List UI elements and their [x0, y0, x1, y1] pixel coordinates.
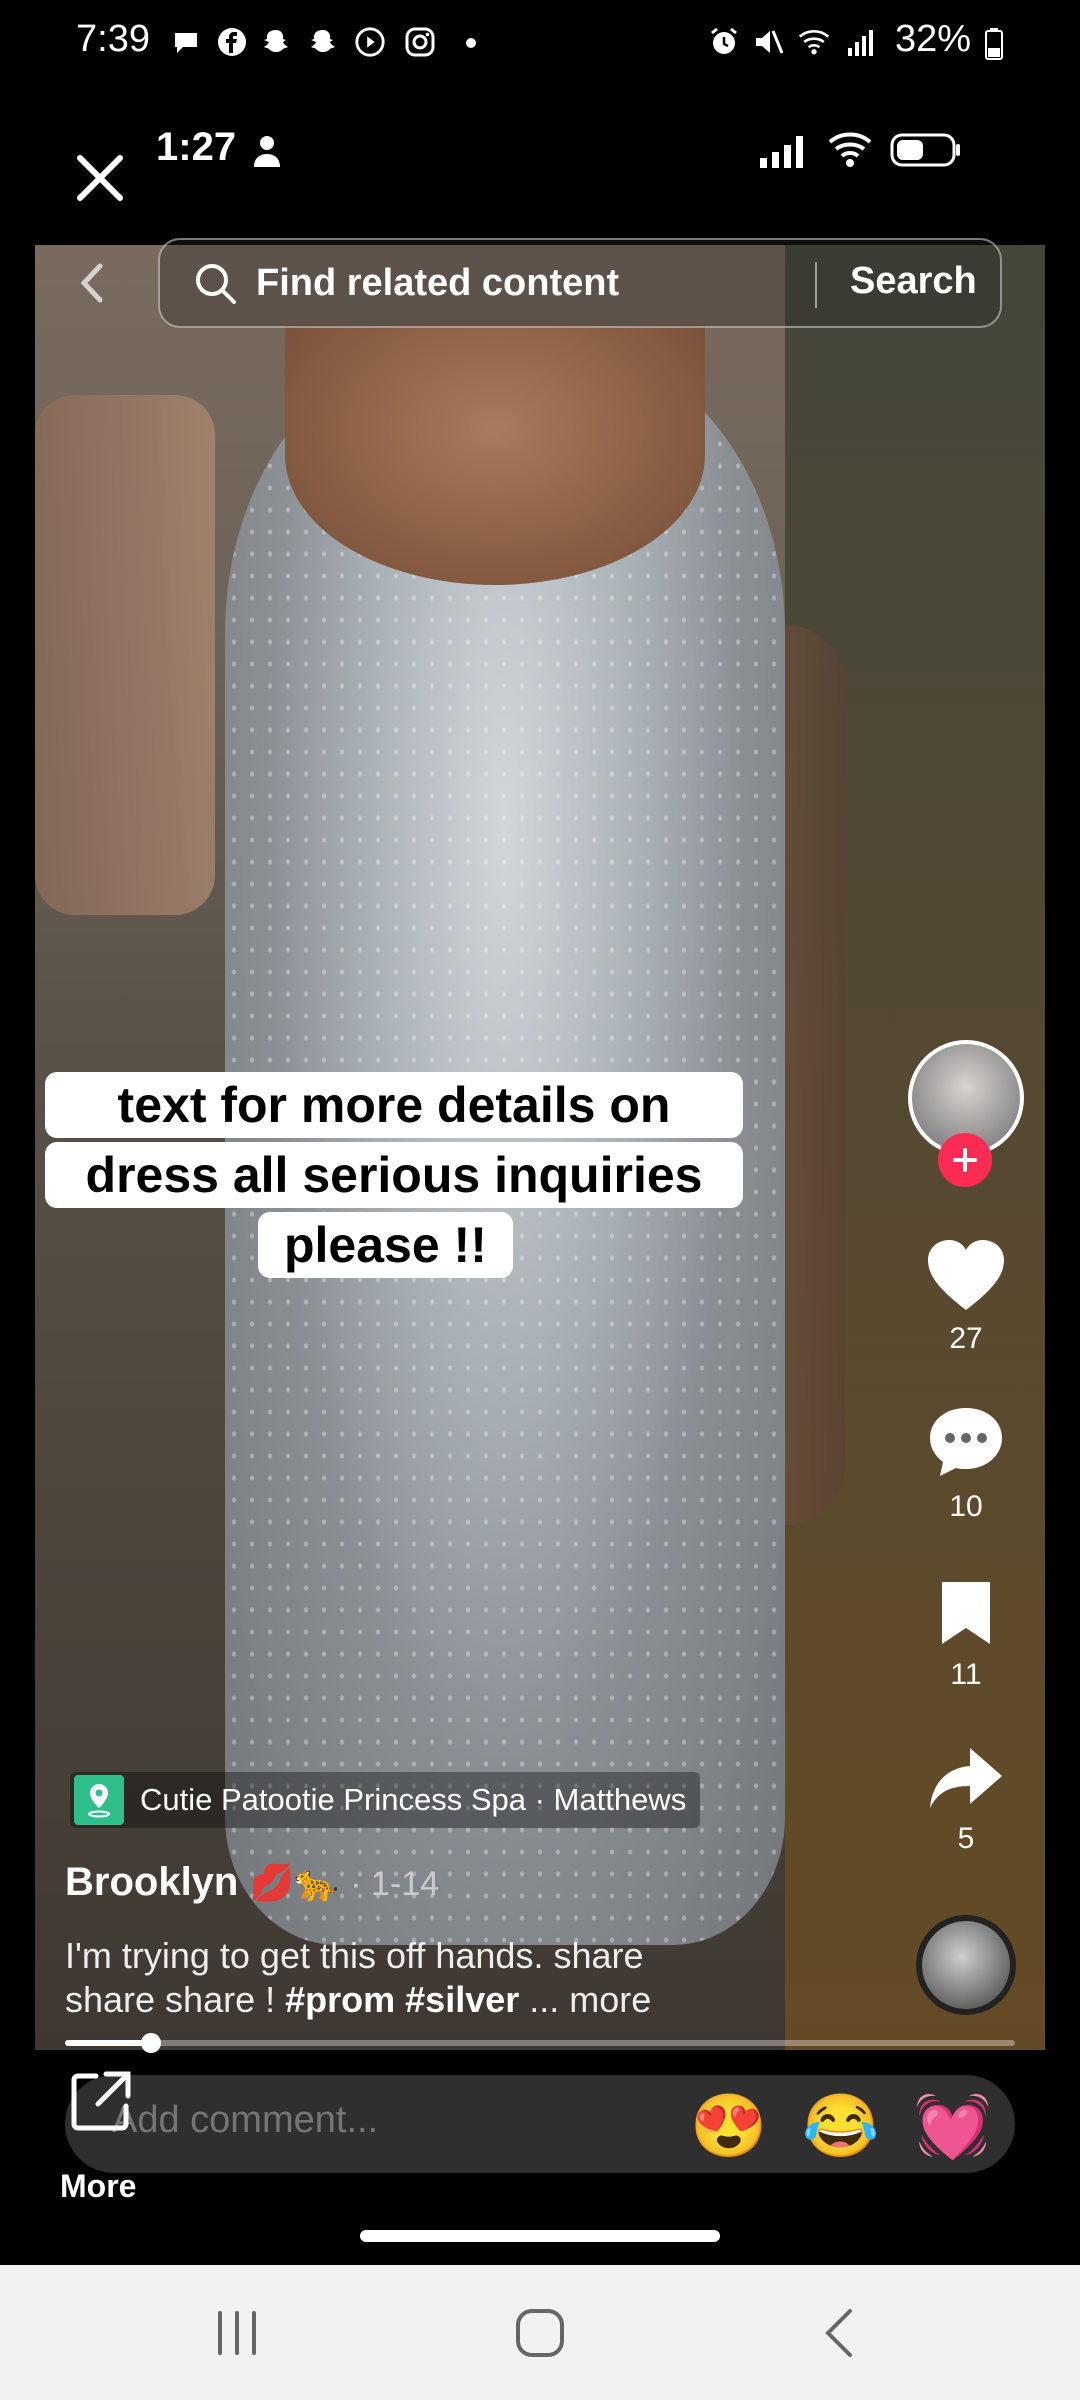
username-emojis: 💋🐆 [249, 1862, 340, 1903]
recent-apps-icon[interactable] [212, 2307, 262, 2359]
caption-line-3: please !! [258, 1212, 513, 1278]
close-icon[interactable] [70, 148, 130, 208]
search-button[interactable]: Search [850, 260, 977, 303]
search-bar[interactable]: Find related content Search [158, 238, 1002, 328]
recorded-signal-icon [758, 130, 812, 170]
search-icon [192, 260, 240, 308]
system-status-bar: 7:39 32% [0, 0, 1080, 90]
share-arrow-icon[interactable] [926, 1744, 1006, 1814]
battery-icon [985, 28, 1003, 60]
emoji-laughing[interactable]: 😂 [802, 2090, 879, 2163]
description-line-2: share share ! [65, 1979, 286, 2020]
home-icon[interactable] [514, 2305, 566, 2361]
post-description[interactable]: I'm trying to get this off hands. share … [65, 1934, 785, 2022]
alarm-icon [708, 26, 740, 58]
back-icon[interactable] [820, 2305, 860, 2361]
battery-percentage: 32% [895, 18, 972, 60]
recorded-wifi-icon [826, 128, 874, 168]
hashtags[interactable]: #prom #silver [285, 1979, 519, 2020]
username[interactable]: Brooklyn [65, 1860, 238, 1904]
recorded-battery-icon [890, 132, 962, 168]
navigation-bar [0, 2265, 1080, 2400]
location-chip[interactable]: Cutie Patootie Princess Spa · Matthews [70, 1772, 701, 1828]
video-progress-bar[interactable] [65, 2033, 1015, 2053]
like-count: 27 [949, 1322, 983, 1355]
progress-knob[interactable] [140, 2033, 161, 2053]
snapchat-icon-2 [307, 26, 339, 58]
more-label[interactable]: More [60, 2168, 136, 2205]
caption-line-2: dress all serious inquiries [45, 1142, 743, 1208]
more-notifications-dot [466, 38, 476, 48]
post-date: · 1-14 [350, 1865, 440, 1903]
more-link[interactable]: ... more [529, 1979, 651, 2020]
username-line[interactable]: Brooklyn 💋🐆 · 1-14 [65, 1860, 439, 1905]
facebook-icon [216, 26, 248, 58]
like-heart-icon[interactable] [926, 1238, 1006, 1314]
location-label: Cutie Patootie Princess Spa · Matthews [140, 1782, 687, 1817]
video-skin [285, 325, 705, 585]
emoji-heart-eyes[interactable]: 😍 [690, 2090, 767, 2163]
bookmark-icon[interactable] [936, 1578, 996, 1648]
search-input[interactable]: Find related content [256, 262, 619, 305]
description-line-1: I'm trying to get this off hands. share [65, 1935, 644, 1976]
instagram-icon [404, 26, 436, 58]
person-icon [252, 133, 282, 169]
music-disc-avatar[interactable] [916, 1915, 1016, 2015]
emoji-heart[interactable]: 💓 [914, 2090, 991, 2163]
comment-input[interactable] [110, 2098, 674, 2143]
status-time: 7:39 [76, 18, 150, 60]
share-count: 5 [957, 1822, 975, 1855]
progress-fill [65, 2040, 151, 2046]
wifi-icon [798, 26, 830, 58]
play-circle-icon [354, 26, 386, 58]
external-link-icon[interactable] [66, 2066, 136, 2136]
recorded-time: 1:27 [156, 125, 237, 169]
signal-icon [846, 26, 878, 58]
snapchat-icon [260, 26, 292, 58]
mute-icon [752, 26, 784, 58]
caption-line-1: text for more details on [45, 1072, 743, 1138]
bookmark-count: 11 [950, 1658, 982, 1691]
search-divider [815, 262, 817, 308]
chat-notification-icon [170, 26, 202, 58]
comment-count: 10 [949, 1490, 983, 1523]
video-arm-left [35, 395, 215, 915]
comment-bubble-icon[interactable] [926, 1404, 1006, 1480]
location-pin-icon [74, 1775, 124, 1825]
home-indicator[interactable] [360, 2230, 720, 2242]
back-chevron-icon[interactable] [72, 258, 112, 308]
follow-plus-icon[interactable] [938, 1133, 992, 1187]
